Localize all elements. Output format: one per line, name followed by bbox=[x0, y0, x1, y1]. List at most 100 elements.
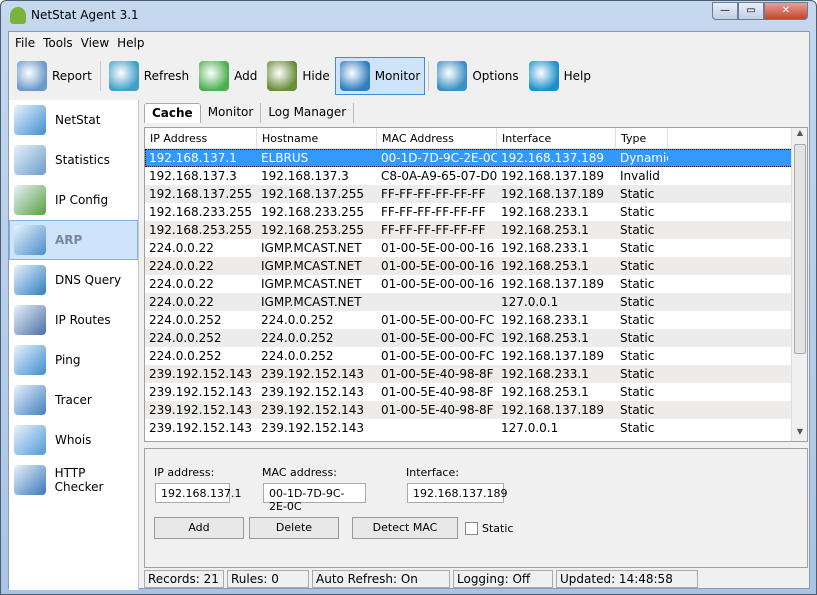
table-cell: 192.168.253.1 bbox=[501, 331, 589, 345]
table-row[interactable]: 224.0.0.252 224.0.0.252 01-00-5E-00-00-FC 1… bbox=[145, 311, 807, 329]
static-checkbox[interactable] bbox=[465, 522, 478, 535]
sidebar-item-netstat[interactable]: NetStat bbox=[9, 100, 138, 140]
vertical-scrollbar[interactable]: ▲ ▼ bbox=[791, 128, 807, 441]
sidebar-item-ip-config[interactable]: IP Config bbox=[9, 180, 138, 220]
table-cell: Invalid bbox=[620, 169, 660, 183]
tab-cache[interactable]: Cache bbox=[144, 103, 201, 123]
table-row[interactable]: 192.168.137.3 192.168.137.3 C8-0A-A9-65-07… bbox=[145, 167, 807, 185]
table-row[interactable]: 224.0.0.22 IGMP.MCAST.NET 01-00-5E-00-00-1… bbox=[145, 239, 807, 257]
table-cell: 224.0.0.252 bbox=[149, 349, 222, 363]
scroll-up-icon[interactable]: ▲ bbox=[792, 128, 807, 142]
table-row[interactable]: 224.0.0.22 IGMP.MCAST.NET 01-00-5E-00-00-1… bbox=[145, 275, 807, 293]
table-cell: Static bbox=[620, 187, 655, 201]
arp-table: IP Address Hostname MAC Address Interface Ty… bbox=[144, 127, 808, 442]
table-cell: 192.168.137.189 bbox=[501, 349, 605, 363]
sidebar-item-label: NetStat bbox=[55, 113, 101, 127]
detect-mac-button[interactable]: Detect MAC bbox=[352, 517, 458, 539]
report-label: Report bbox=[52, 69, 92, 83]
table-cell: 239.192.152.143 bbox=[149, 421, 253, 435]
table-row[interactable]: 192.168.253.255 192.168.253.255 FF-FF-FF-F… bbox=[145, 221, 807, 239]
monitor-button[interactable]: Monitor bbox=[334, 57, 426, 95]
sidebar-item-label: Tracer bbox=[55, 393, 92, 407]
table-cell: 192.168.233.255 bbox=[261, 205, 365, 219]
menu-file[interactable]: File bbox=[14, 34, 40, 54]
sidebar-item-arp[interactable]: ARP bbox=[9, 220, 138, 260]
sidebar-item-ping[interactable]: Ping bbox=[9, 340, 138, 380]
sidebar-item-dns-query[interactable]: DNS Query bbox=[9, 260, 138, 300]
table-cell: 224.0.0.22 bbox=[149, 295, 214, 309]
sidebar-item-statistics[interactable]: Statistics bbox=[9, 140, 138, 180]
help-label: Help bbox=[563, 69, 591, 83]
table-cell: 01-00-5E-40-98-8F bbox=[381, 403, 494, 417]
sidebar-item-ip-routes[interactable]: IP Routes bbox=[9, 300, 138, 340]
minimize-button[interactable]: — bbox=[712, 2, 738, 20]
toolbar: Report Refresh Add Hide Monitor Options Help bbox=[9, 56, 596, 96]
table-cell: IGMP.MCAST.NET bbox=[261, 241, 362, 255]
sidebar-item-whois[interactable]: Whois bbox=[9, 420, 138, 460]
table-cell: 224.0.0.252 bbox=[261, 349, 334, 363]
table-row[interactable]: 224.0.0.252 224.0.0.252 01-00-5E-00-00-FC 1… bbox=[145, 347, 807, 365]
table-row[interactable]: 224.0.0.22 IGMP.MCAST.NET 127.0.0.1 Static bbox=[145, 293, 807, 311]
table-row[interactable]: 192.168.233.255 192.168.233.255 FF-FF-FF-F… bbox=[145, 203, 807, 221]
tab-log-manager[interactable]: Log Manager bbox=[261, 103, 355, 123]
column-header-mac-address[interactable]: MAC Address bbox=[377, 128, 497, 148]
table-cell: Static bbox=[620, 205, 655, 219]
menu-view[interactable]: View bbox=[80, 34, 114, 54]
table-row[interactable]: 192.168.137.1 ELBRUS 00-1D-7D-9C-2E-0C 192.… bbox=[145, 149, 807, 167]
table-cell: 192.168.137.189 bbox=[501, 403, 605, 417]
table-cell: 224.0.0.22 bbox=[149, 241, 214, 255]
table-cell: 239.192.152.143 bbox=[261, 403, 365, 417]
column-header-hostname[interactable]: Hostname bbox=[257, 128, 377, 148]
ip-address-input[interactable]: 192.168.137.1 bbox=[155, 483, 241, 503]
table-cell: IGMP.MCAST.NET bbox=[261, 295, 362, 309]
delete-button[interactable]: Delete bbox=[249, 517, 339, 539]
table-cell: 01-00-5E-00-00-FC bbox=[381, 313, 495, 327]
table-cell: FF-FF-FF-FF-FF-FF bbox=[381, 187, 486, 201]
table-row[interactable]: 239.192.152.143 239.192.152.143 01-00-5E-4… bbox=[145, 365, 807, 383]
toolbar-separator bbox=[428, 61, 430, 91]
hide-label: Hide bbox=[302, 69, 330, 83]
column-header-interface[interactable]: Interface bbox=[497, 128, 616, 148]
table-cell: Static bbox=[620, 367, 655, 381]
monitor-label: Monitor bbox=[374, 69, 421, 83]
sidebar-item-label: HTTP Checker bbox=[54, 466, 104, 494]
table-row[interactable]: 224.0.0.22 IGMP.MCAST.NET 01-00-5E-00-00-1… bbox=[145, 257, 807, 275]
table-cell: 192.168.253.1 bbox=[501, 385, 589, 399]
column-header-type[interactable]: Type bbox=[616, 128, 668, 148]
scrollbar-thumb[interactable] bbox=[794, 144, 806, 354]
table-cell: Static bbox=[620, 259, 655, 273]
table-row[interactable]: 239.192.152.143 239.192.152.143 127.0.0.1 S… bbox=[145, 419, 807, 437]
interface-input[interactable]: 192.168.137.189 bbox=[407, 483, 507, 503]
table-row[interactable]: 239.192.152.143 239.192.152.143 01-00-5E-4… bbox=[145, 383, 807, 401]
options-button[interactable]: Options bbox=[432, 57, 523, 95]
mac-address-input[interactable]: 00-1D-7D-9C-2E-0C bbox=[263, 483, 366, 513]
column-header-ip-address[interactable]: IP Address bbox=[145, 128, 257, 148]
add-label: Add bbox=[234, 69, 258, 83]
static-label: Static bbox=[482, 522, 514, 535]
table-row[interactable]: 224.0.0.252 224.0.0.252 01-00-5E-00-00-FC 1… bbox=[145, 329, 807, 347]
table-cell: Static bbox=[620, 421, 655, 435]
menu-tools[interactable]: Tools bbox=[42, 34, 78, 54]
ip-config-icon bbox=[14, 185, 46, 215]
add-button[interactable]: Add bbox=[194, 57, 262, 95]
table-cell: Static bbox=[620, 385, 655, 399]
table-cell: 239.192.152.143 bbox=[261, 367, 365, 381]
table-cell: Static bbox=[620, 313, 655, 327]
help-button[interactable]: Help bbox=[524, 57, 596, 95]
table-cell: 192.168.137.189 bbox=[501, 169, 605, 183]
table-row[interactable]: 239.192.152.143 239.192.152.143 01-00-5E-4… bbox=[145, 401, 807, 419]
table-row[interactable]: 192.168.137.255 192.168.137.255 FF-FF-FF-F… bbox=[145, 185, 807, 203]
sidebar-item-tracer[interactable]: Tracer bbox=[9, 380, 138, 420]
close-button[interactable]: ✕ bbox=[764, 2, 808, 20]
refresh-button[interactable]: Refresh bbox=[104, 57, 194, 95]
sidebar-item-http-checker[interactable]: HTTP Checker bbox=[9, 460, 138, 500]
status-field: Rules: 0 bbox=[227, 570, 309, 588]
sidebar-item-label: Ping bbox=[55, 353, 81, 367]
tab-monitor[interactable]: Monitor bbox=[201, 103, 262, 123]
maximize-button[interactable]: ▭ bbox=[738, 2, 764, 20]
menu-help[interactable]: Help bbox=[116, 34, 149, 54]
scroll-down-icon[interactable]: ▼ bbox=[792, 427, 807, 441]
add-button[interactable]: Add bbox=[154, 517, 244, 539]
hide-button[interactable]: Hide bbox=[262, 57, 334, 95]
report-button[interactable]: Report bbox=[12, 57, 97, 95]
